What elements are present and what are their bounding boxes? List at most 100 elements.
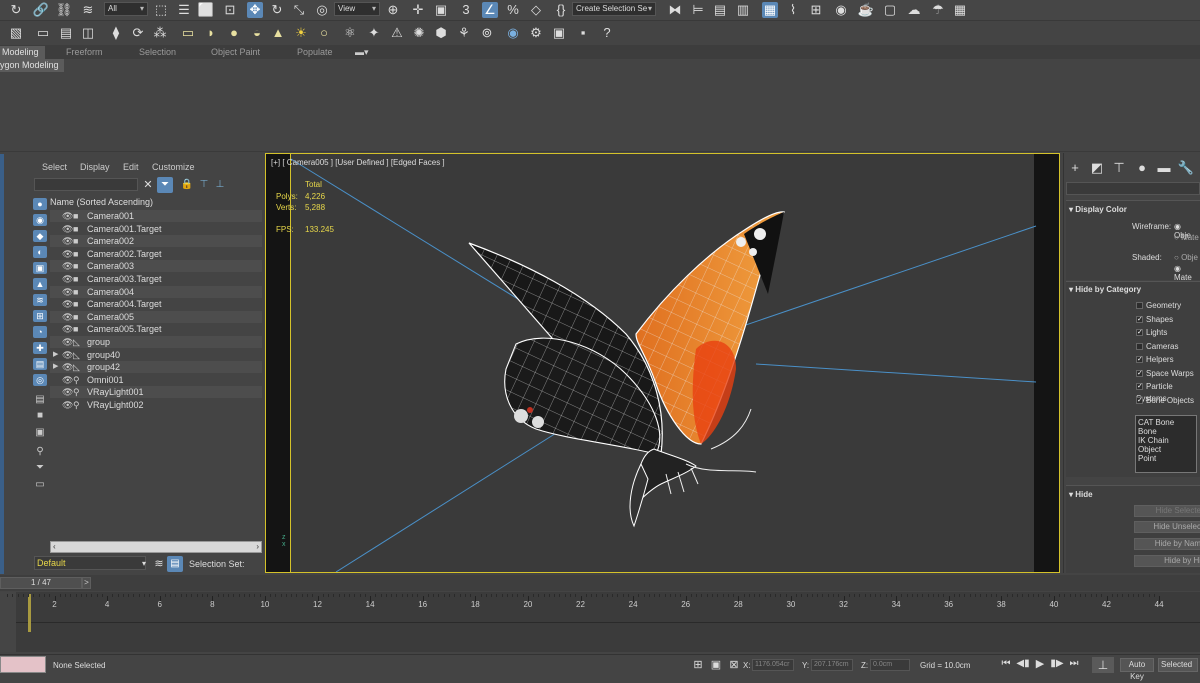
select-by-name-icon[interactable]: ☰ [176, 2, 192, 18]
motion-tab-icon[interactable]: ● [1134, 160, 1150, 176]
link-icon[interactable]: 🔗 [33, 2, 49, 18]
vray-hair-icon[interactable]: ⚘ [456, 25, 472, 41]
vray-frame-buffer-icon[interactable]: ▣ [551, 25, 567, 41]
help-icon[interactable]: ? [599, 25, 615, 41]
scene-row[interactable]: 👁 ■ Camera004.Target [50, 298, 262, 310]
search-input[interactable] [34, 178, 138, 191]
listbox-item-point[interactable]: Point [1138, 454, 1194, 463]
material-editor-icon[interactable]: ◉ [833, 2, 849, 18]
hide-unselected-button[interactable]: Hide Unselec [1134, 521, 1200, 533]
eye-icon[interactable]: 👁 [62, 210, 73, 222]
keyboard-shortcut-icon[interactable]: ▣ [433, 2, 449, 18]
render-iterative-icon[interactable]: ☂ [930, 2, 946, 18]
vray-convert-icon[interactable]: ⚙ [528, 25, 544, 41]
ribbon-tab-object-paint[interactable]: Object Paint [211, 46, 260, 59]
select-place-icon[interactable]: ◎ [314, 2, 330, 18]
scene-row[interactable]: 👁 ■ Camera003.Target [50, 273, 262, 285]
vray-light-sphere-icon[interactable]: ● [226, 25, 242, 41]
display-containers-icon[interactable]: ▤ [33, 358, 47, 370]
vray-fur-icon[interactable]: ⚛ [342, 25, 358, 41]
display-color-header[interactable]: ▾ Display Color [1069, 203, 1200, 217]
eye-icon[interactable]: 👁 [62, 349, 73, 361]
curve-editor-icon[interactable]: ⌇ [785, 2, 801, 18]
z-coord-field[interactable]: 0.0cm [870, 659, 910, 671]
display-bones-icon[interactable]: ✚ [33, 342, 47, 354]
layer-explorer-icon[interactable]: ▤ [712, 2, 728, 18]
eye-icon[interactable]: 👁 [62, 374, 73, 386]
ribbon-tab-modeling[interactable]: Modeling [0, 46, 45, 59]
vray-mesh-export-icon[interactable]: ⊚ [479, 25, 495, 41]
current-frame-marker[interactable] [28, 594, 31, 632]
scene-row[interactable]: ▶ 👁 ◺ group42 [50, 361, 262, 374]
render-window-icon[interactable]: ▦ [952, 2, 968, 18]
schematic-view-icon[interactable]: ⊞ [808, 2, 824, 18]
vray-displacement-icon[interactable]: ⚠ [389, 25, 405, 41]
lock-icon[interactable]: 🔒 [179, 177, 195, 193]
align-icon[interactable]: ⊨ [690, 2, 706, 18]
menu-customize[interactable]: Customize [152, 162, 195, 172]
column-header-name[interactable]: Name (Sorted Ascending) [50, 197, 153, 207]
select-move-icon[interactable]: ✥ [247, 2, 263, 18]
select-scale-icon[interactable]: ⤡ [291, 2, 307, 18]
category-checkbox[interactable]: Cameras [1136, 341, 1178, 353]
category-checkbox[interactable]: ✓ Lights [1136, 327, 1167, 339]
vray-lister-icon[interactable]: ▪ [575, 25, 591, 41]
go-to-end-icon[interactable]: ⏭ [1066, 656, 1082, 672]
hide-selected-button[interactable]: Hide Selecte [1134, 505, 1200, 517]
y-coord-field[interactable]: 207.176cm [811, 659, 853, 671]
scene-row[interactable]: 👁 ■ Camera001 [50, 210, 262, 222]
unlink-icon[interactable]: ⛓ [56, 2, 73, 18]
pivot-center-icon[interactable]: ⊕ [385, 2, 401, 18]
display-helpers-icon[interactable]: ▲ [33, 278, 47, 290]
display-icon[interactable]: ▭ [35, 25, 51, 41]
region-select-icon[interactable]: ⬜ [198, 2, 214, 18]
checkbox-icon[interactable] [1136, 342, 1143, 350]
vray-ambient-icon[interactable]: ○ [316, 25, 332, 41]
ribbon-tab-selection[interactable]: Selection [139, 46, 176, 59]
layer-dropdown[interactable]: Default [34, 556, 146, 570]
time-slider-track[interactable] [0, 575, 1200, 591]
checkbox-icon[interactable] [1136, 302, 1143, 310]
next-frame-arrow-icon[interactable]: > [82, 577, 91, 589]
shaded-object-radio[interactable]: ○ Obje [1174, 253, 1198, 262]
hierarchy-tab-icon[interactable]: ⊤ [1111, 160, 1127, 176]
ribbon-tab-freeform[interactable]: Freeform [66, 46, 103, 59]
display-all-icon[interactable]: ◎ [33, 374, 47, 386]
select-manipulate-icon[interactable]: ✛ [410, 2, 426, 18]
category-checkbox[interactable]: Geometry [1136, 300, 1181, 312]
rendered-frame-icon[interactable]: ▢ [882, 2, 898, 18]
scene-row[interactable]: ▶ 👁 ◺ group40 [50, 349, 262, 361]
layer-dropdown-arrow-icon[interactable]: ▾ [136, 556, 152, 572]
horizontal-scrollbar[interactable]: ‹ › [50, 541, 262, 553]
render-production-icon[interactable]: ☁ [906, 2, 922, 18]
go-to-start-icon[interactable]: ⏮ [998, 656, 1014, 672]
hide-by-category-header[interactable]: ▾ Hide by Category [1069, 283, 1200, 297]
eye-icon[interactable]: 👁 [62, 235, 73, 247]
absolute-mode-icon[interactable]: ⊠ [726, 657, 742, 673]
butterfly-model[interactable] [266, 154, 1059, 572]
bone-category-listbox[interactable]: CAT Bone Bone IK Chain Object Point [1135, 415, 1197, 473]
viewport-label[interactable]: [+] [ Camera005 ] [User Defined ] [Edged… [271, 158, 445, 167]
set-key-icon[interactable]: ⊥ [1092, 657, 1114, 673]
previous-frame-icon[interactable]: ◀▮ [1015, 656, 1031, 672]
scene-row[interactable]: 👁 ◺ group [50, 336, 262, 348]
redo-icon[interactable]: ↻ [8, 2, 24, 18]
scene-explorer-icon[interactable]: ▦ [762, 2, 778, 18]
window-crossing-icon[interactable]: ⊡ [222, 2, 238, 18]
scene-row[interactable]: 👁 ⚲ Omni001 [50, 374, 262, 386]
display-shapes-icon[interactable]: ◆ [33, 230, 47, 242]
vray-sun-icon[interactable]: ☀ [293, 25, 309, 41]
vray-proxy-icon[interactable]: ✦ [366, 25, 382, 41]
auto-key-button[interactable]: Auto Key [1120, 658, 1154, 681]
eye-icon[interactable]: 👁 [62, 248, 73, 260]
hierarchy-icon[interactable]: ⊤ [196, 177, 212, 193]
maxscript-listener[interactable] [0, 656, 46, 673]
eye-icon[interactable]: 👁 [62, 260, 73, 272]
eye-icon[interactable]: 👁 [62, 336, 73, 348]
layers-icon[interactable]: ▤ [58, 25, 74, 41]
wireframe-material-radio[interactable]: ○ Mate [1174, 233, 1199, 242]
percent-snap-icon[interactable]: % [505, 2, 521, 18]
eye-icon[interactable]: 👁 [62, 399, 73, 411]
display-groups-icon[interactable]: ⊞ [33, 310, 47, 322]
vray-ies-icon[interactable]: ▲ [270, 25, 286, 41]
